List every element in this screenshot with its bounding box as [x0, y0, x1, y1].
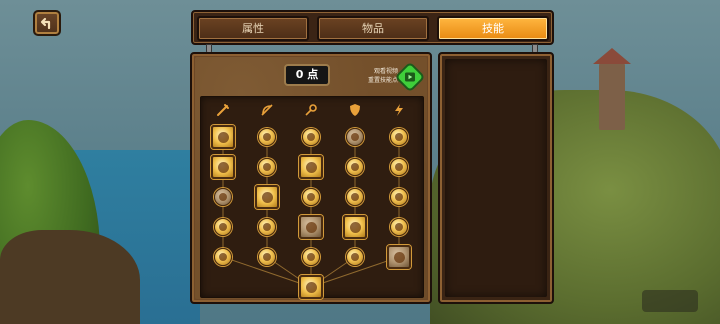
- tab-skills[interactable]: 技能: [437, 16, 549, 41]
- vortex-icon: [305, 281, 317, 293]
- arrow-icon: [307, 133, 315, 141]
- skill-node[interactable]: [258, 248, 276, 266]
- skill-node[interactable]: [258, 218, 276, 236]
- tab-bar: 属性 物品 技能: [191, 10, 554, 45]
- skill-node[interactable]: [390, 128, 408, 146]
- skill-detail-panel: [438, 52, 554, 304]
- back-arrow-icon: [40, 17, 51, 30]
- magic-icon: [307, 253, 315, 261]
- column-magic-icon: [304, 103, 318, 117]
- swirl-icon: [217, 161, 229, 173]
- skill-node[interactable]: [302, 128, 320, 146]
- skill-points-counter: 0 点: [284, 64, 330, 86]
- skill-node[interactable]: [390, 158, 408, 176]
- column-lightning-icon: [392, 103, 406, 117]
- skill-node[interactable]: [211, 125, 235, 149]
- skill-node[interactable]: [343, 215, 367, 239]
- radiation-icon: [351, 253, 359, 261]
- tab-attributes[interactable]: 属性: [197, 16, 309, 41]
- column-shield-icon: [348, 103, 362, 117]
- star-icon: [219, 223, 227, 231]
- skill-panel: 0 点 观看视频 重置技能点: [190, 52, 432, 304]
- fist-icon: [219, 253, 227, 261]
- back-button[interactable]: [33, 10, 61, 36]
- lightning-icon: [395, 223, 403, 231]
- skill-node[interactable]: [258, 128, 276, 146]
- shield-icon: [351, 193, 359, 201]
- skill-node[interactable]: [214, 248, 232, 266]
- skill-node[interactable]: [211, 155, 235, 179]
- reset-skills-label: 观看视频 重置技能点: [367, 68, 398, 84]
- column-sword-icon: [216, 103, 230, 117]
- skill-node[interactable]: [214, 188, 232, 206]
- sun-burst-icon: [217, 131, 229, 143]
- column-bow-icon: [260, 103, 274, 117]
- skill-node[interactable]: [390, 188, 408, 206]
- cross-icon: [395, 193, 403, 201]
- skill-node[interactable]: [302, 248, 320, 266]
- bow-icon: [351, 163, 359, 171]
- heal-cross-icon: [393, 251, 405, 263]
- skill-tree-grid: [200, 96, 424, 299]
- skill-node[interactable]: [258, 158, 276, 176]
- arrow-icon: [263, 253, 271, 261]
- arrow-icon: [263, 223, 271, 231]
- skill-node[interactable]: [346, 128, 364, 146]
- skill-node[interactable]: [214, 218, 232, 236]
- skill-node[interactable]: [387, 245, 411, 269]
- play-video-icon: [405, 72, 415, 82]
- bow-icon: [395, 163, 403, 171]
- tab-items[interactable]: 物品: [317, 16, 429, 41]
- skill-node[interactable]: [299, 215, 323, 239]
- lightning-icon: [305, 221, 317, 233]
- shield-icon: [219, 193, 227, 201]
- skill-node[interactable]: [346, 188, 364, 206]
- fire-icon: [305, 161, 317, 173]
- arrow-icon: [307, 193, 315, 201]
- skill-node[interactable]: [390, 218, 408, 236]
- skill-node[interactable]: [299, 275, 323, 299]
- skill-node[interactable]: [302, 188, 320, 206]
- shield-icon: [351, 133, 359, 141]
- skull-icon: [261, 191, 273, 203]
- shield-icon: [349, 221, 361, 233]
- arrow-icon: [263, 163, 271, 171]
- skill-node[interactable]: [255, 185, 279, 209]
- skill-node[interactable]: [299, 155, 323, 179]
- lightning-icon: [395, 133, 403, 141]
- skill-node[interactable]: [346, 158, 364, 176]
- arrow-icon: [263, 133, 271, 141]
- skill-node[interactable]: [346, 248, 364, 266]
